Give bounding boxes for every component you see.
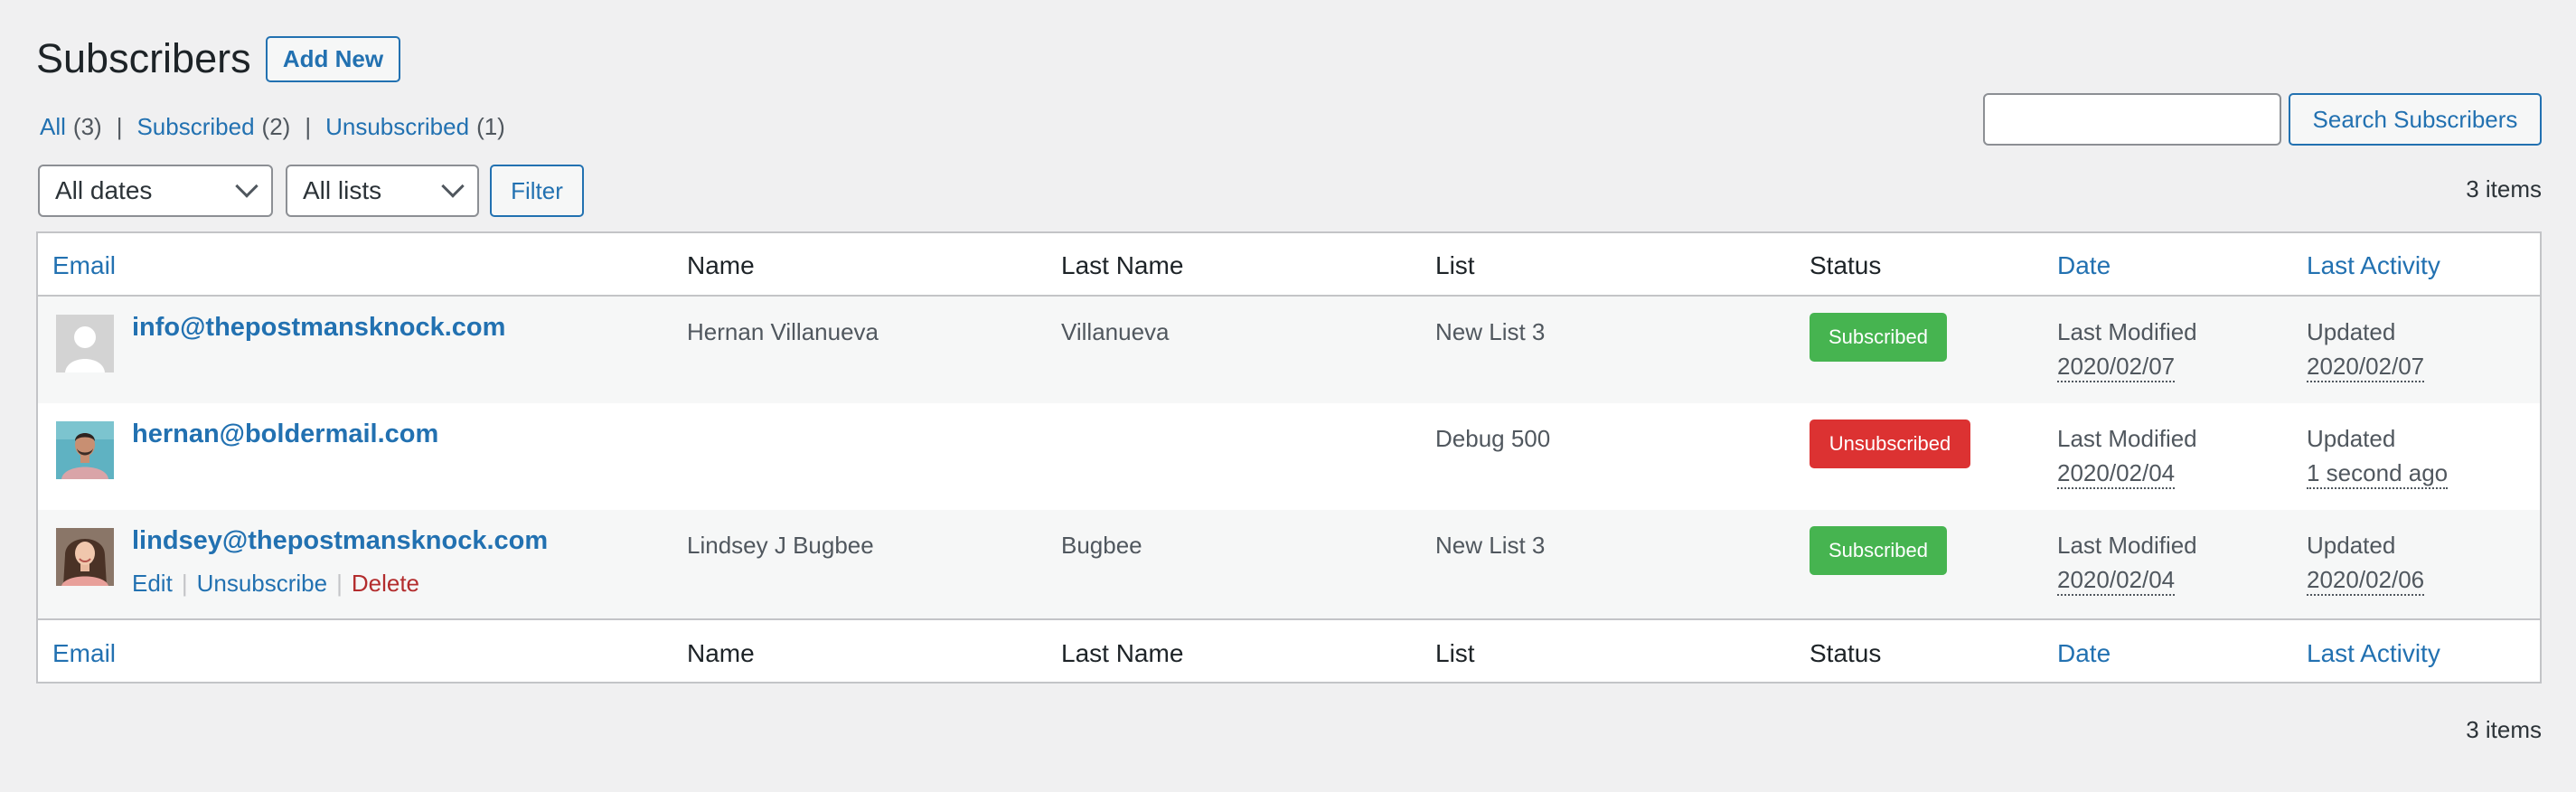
chevron-down-icon (235, 174, 259, 198)
lists-filter-value: All lists (303, 176, 382, 204)
activity-cell: Updated 1 second ago (2307, 421, 2449, 490)
view-all-link[interactable]: All (40, 113, 66, 141)
date-cell: Last Modified 2020/02/04 (2057, 421, 2197, 490)
status-badge: Subscribed (1810, 313, 1947, 362)
unsubscribe-link[interactable]: Unsubscribe (197, 570, 328, 598)
date-value: 2020/02/04 (2057, 565, 2176, 596)
subscriber-email-link[interactable]: hernan@boldermail.com (132, 420, 438, 449)
action-divider: | (336, 570, 343, 597)
add-new-button[interactable]: Add New (266, 36, 400, 82)
column-list: List (1435, 251, 1475, 279)
man-avatar-icon (56, 421, 114, 479)
subscriber-email-link[interactable]: info@thepostmansknock.com (132, 313, 505, 343)
views-separator: | (116, 113, 123, 140)
dates-filter-value: All dates (55, 176, 153, 204)
table-footer: Email Name Last Name List Status Date La… (38, 618, 2540, 684)
subscriber-list-link[interactable]: Debug 500 (1435, 421, 1550, 456)
column-status: Status (1810, 251, 1882, 279)
search-input[interactable] (1983, 93, 2281, 146)
activity-cell: Updated 2020/02/07 (2307, 315, 2425, 383)
subscriber-email-link[interactable]: lindsey@thepostmansknock.com (132, 526, 548, 556)
column-last-activity-sort[interactable]: Last Activity (2307, 639, 2440, 668)
search-subscribers-button[interactable]: Search Subscribers (2289, 93, 2542, 146)
date-label: Last Modified (2057, 318, 2197, 345)
date-label: Last Modified (2057, 532, 2197, 559)
date-cell: Last Modified 2020/02/07 (2057, 315, 2197, 383)
woman-avatar-icon (56, 528, 114, 586)
column-last-activity-sort[interactable]: Last Activity (2307, 251, 2440, 280)
column-last-name: Last Name (1061, 639, 1184, 667)
items-count-bottom: 3 items (2466, 716, 2542, 743)
status-badge: Subscribed (1810, 526, 1947, 575)
action-divider: | (181, 570, 188, 597)
date-label: Last Modified (2057, 425, 2197, 452)
activity-cell: Updated 2020/02/06 (2307, 528, 2425, 597)
column-date-sort[interactable]: Date (2057, 639, 2111, 668)
column-date-sort[interactable]: Date (2057, 251, 2111, 280)
default-avatar-icon (56, 315, 114, 372)
delete-link[interactable]: Delete (352, 570, 419, 598)
column-email-sort[interactable]: Email (52, 251, 116, 280)
row-actions: Edit | Unsubscribe | Delete (132, 570, 419, 598)
activity-label: Updated (2307, 425, 2396, 452)
activity-value: 1 second ago (2307, 458, 2449, 489)
table-header: Email Name Last Name List Status Date La… (38, 233, 2540, 297)
lists-filter-select[interactable]: All lists (286, 165, 479, 217)
view-unsubscribed-link[interactable]: Unsubscribed (325, 113, 469, 141)
views-separator: | (305, 113, 312, 140)
subscriber-last-name: Bugbee (1061, 532, 1142, 559)
date-value: 2020/02/07 (2057, 352, 2176, 382)
subscriber-last-name: Villanueva (1061, 318, 1170, 345)
table-row: hernan@boldermail.com Debug 500 Unsubscr… (38, 403, 2540, 510)
column-name: Name (687, 251, 755, 279)
activity-label: Updated (2307, 318, 2396, 345)
subscriber-list-link[interactable]: New List 3 (1435, 528, 1545, 562)
date-value: 2020/02/04 (2057, 458, 2176, 489)
page-title: Subscribers (36, 35, 251, 81)
items-count-top: 3 items (2466, 175, 2542, 203)
dates-filter-select[interactable]: All dates (38, 165, 273, 217)
table-row: info@thepostmansknock.com Hernan Villanu… (38, 297, 2540, 403)
column-name: Name (687, 639, 755, 667)
column-email-sort[interactable]: Email (52, 639, 116, 668)
view-unsubscribed-count: (1) (476, 113, 505, 140)
view-subscribed-count: (2) (261, 113, 291, 140)
subscribers-table: Email Name Last Name List Status Date La… (36, 231, 2542, 684)
subscriber-name: Lindsey J Bugbee (687, 532, 874, 559)
activity-value: 2020/02/07 (2307, 352, 2425, 382)
column-list: List (1435, 639, 1475, 667)
date-cell: Last Modified 2020/02/04 (2057, 528, 2197, 597)
chevron-down-icon (441, 174, 465, 198)
edit-link[interactable]: Edit (132, 570, 173, 598)
activity-label: Updated (2307, 532, 2396, 559)
subscriber-name: Hernan Villanueva (687, 318, 879, 345)
subscriber-views: All (3) | Subscribed (2) | Unsubscribed … (40, 113, 505, 141)
status-badge: Unsubscribed (1810, 420, 1970, 468)
column-status: Status (1810, 639, 1882, 667)
activity-value: 2020/02/06 (2307, 565, 2425, 596)
filter-button[interactable]: Filter (490, 165, 584, 217)
view-subscribed-link[interactable]: Subscribed (136, 113, 254, 141)
table-row: lindsey@thepostmansknock.com Edit | Unsu… (38, 510, 2540, 618)
subscriber-list-link[interactable]: New List 3 (1435, 315, 1545, 349)
column-last-name: Last Name (1061, 251, 1184, 279)
view-all-count: (3) (72, 113, 102, 140)
